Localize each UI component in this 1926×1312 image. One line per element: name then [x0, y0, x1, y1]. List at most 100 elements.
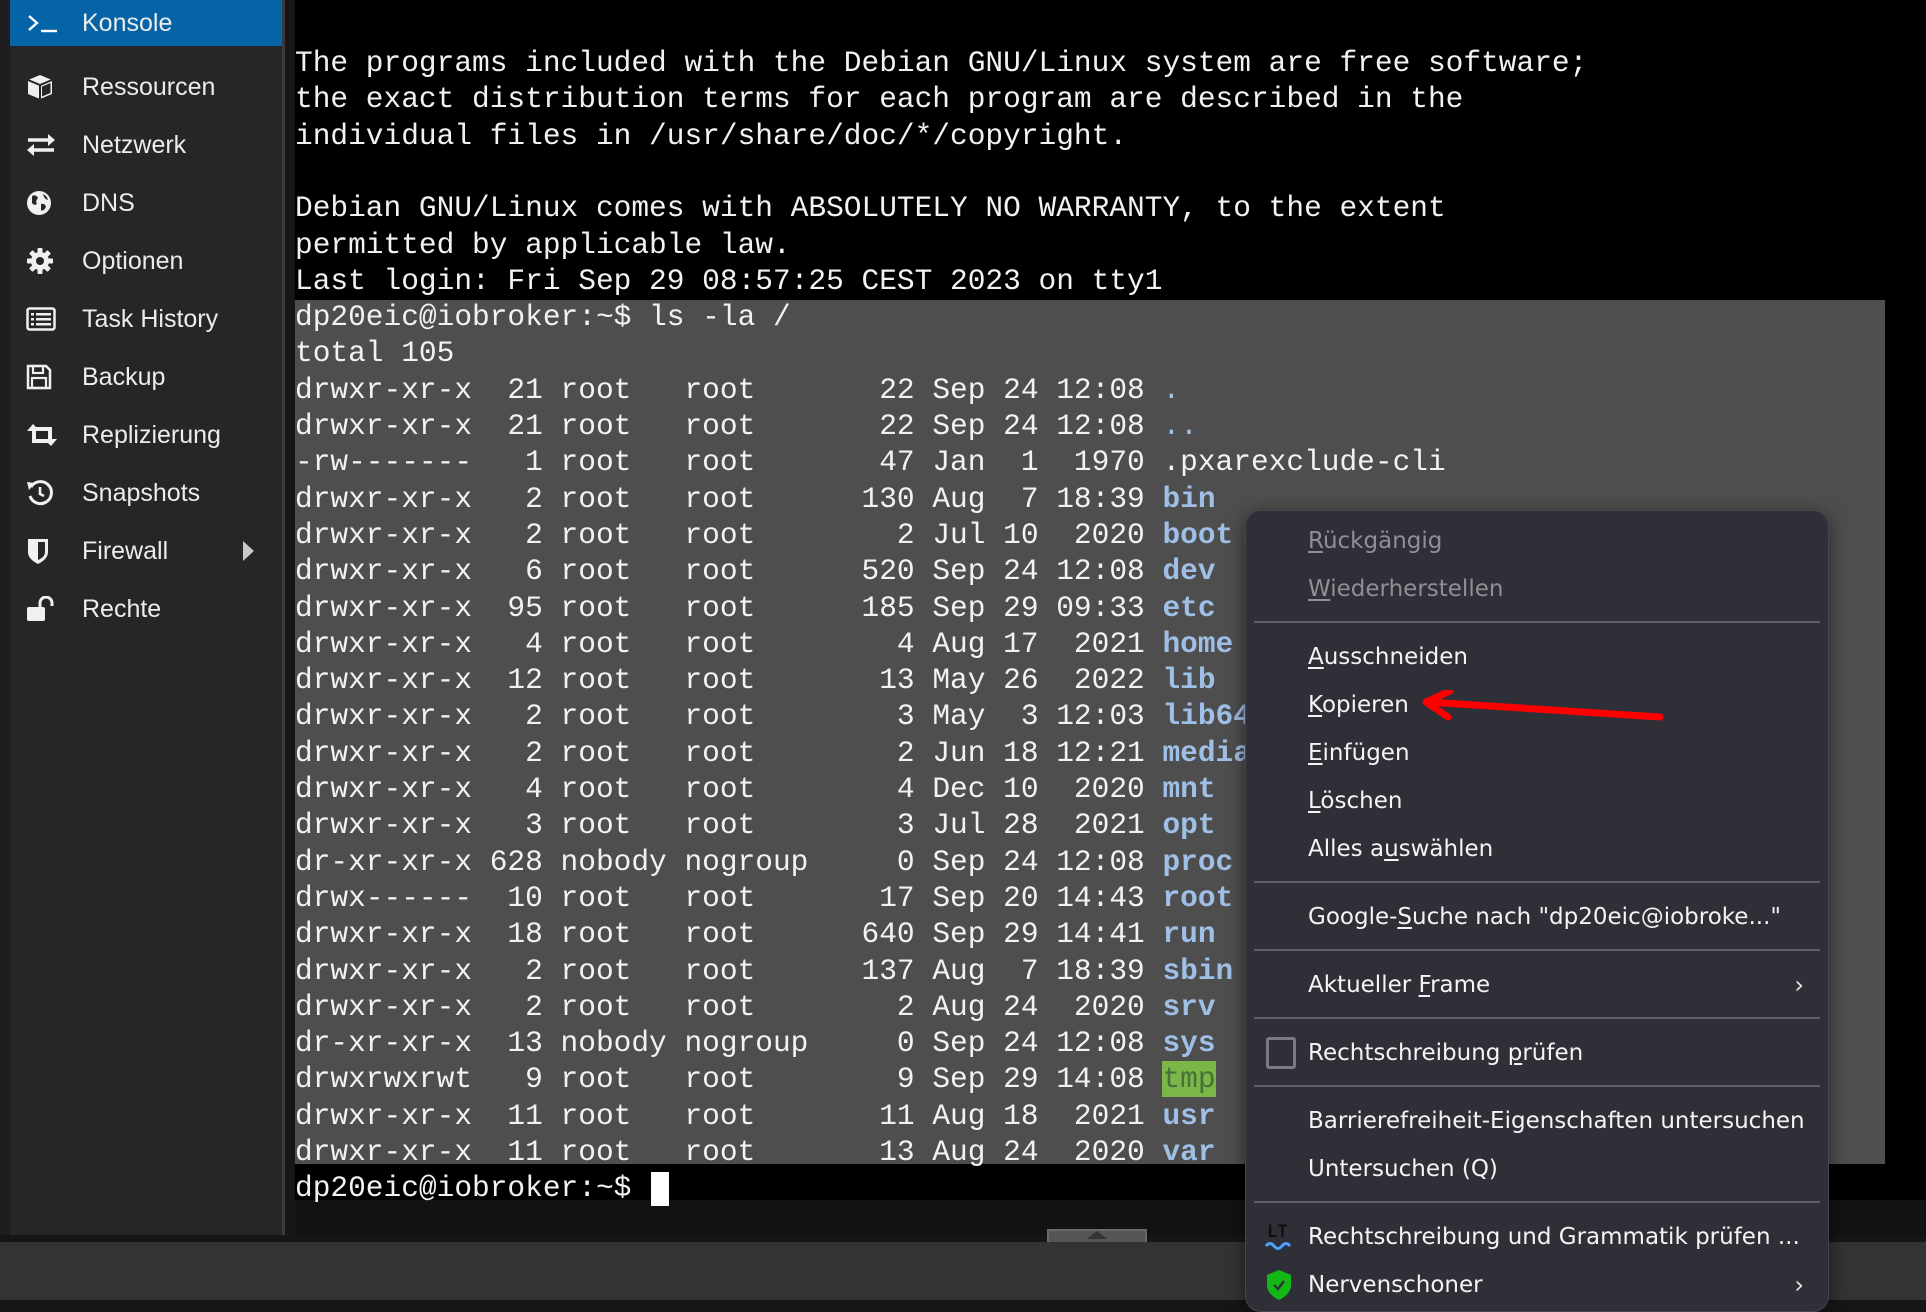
sidebar-item-dns[interactable]: DNS — [10, 174, 282, 232]
listing-row: drwxr-xr-x 4 root root 4 Aug 17 2021 hom… — [295, 626, 1233, 662]
sidebar-item-konsole[interactable]: Konsole — [10, 0, 282, 46]
listing-row: drwxr-xr-x 2 root root 2 Jul 10 2020 boo… — [295, 517, 1233, 553]
listing-links: 2 — [489, 481, 561, 516]
menu-item-undo[interactable]: Rückgängig — [1246, 517, 1828, 565]
listing-filename: run — [1162, 917, 1216, 952]
listing-filename: boot — [1162, 517, 1234, 552]
sidebar-item-replizierung[interactable]: Replizierung — [10, 406, 282, 464]
menu-item-cut[interactable]: Ausschneiden — [1246, 633, 1828, 681]
listing-group: root — [684, 663, 827, 698]
listing-links: 2 — [489, 989, 561, 1024]
sidebar-item-netzwerk[interactable]: Netzwerk — [10, 116, 282, 174]
listing-group: root — [684, 445, 827, 480]
menu-item-nervenschoner[interactable]: Nervenschoner › — [1246, 1261, 1828, 1309]
listing-links: 13 — [489, 1026, 561, 1061]
listing-group: root — [684, 989, 827, 1024]
sidebar-item-label: Optionen — [82, 246, 184, 275]
chevron-right-icon: › — [1794, 1271, 1804, 1299]
sidebar-item-ressourcen[interactable]: Ressourcen — [10, 58, 282, 116]
menu-item-copy[interactable]: Kopieren — [1246, 681, 1828, 729]
menu-separator — [1254, 1017, 1820, 1019]
listing-owner: root — [560, 1135, 685, 1169]
listing-perms: dr-xr-xr-x — [295, 844, 490, 879]
menu-item-inspect[interactable]: Untersuchen (Q) — [1246, 1145, 1828, 1193]
listing-group: root — [684, 735, 827, 770]
menu-item-spellcheck[interactable]: Rechtschreibung prüfen — [1246, 1029, 1828, 1077]
sidebar-item-task-history[interactable]: Task History — [10, 290, 282, 348]
sidebar: Konsole Ressourcen Netzwerk DNS Optionen Task… — [0, 0, 285, 1235]
listing-month: Sep — [932, 409, 1004, 443]
listing-owner: root — [560, 989, 685, 1024]
listing-owner: root — [560, 808, 685, 843]
listing-links: 18 — [489, 917, 561, 952]
sidebar-item-label: Konsole — [82, 8, 173, 37]
listing-time: 12:03 — [1056, 699, 1163, 734]
submenu-arrow-icon[interactable] — [243, 541, 254, 561]
terminal-icon — [26, 13, 78, 33]
listing-filename: proc — [1162, 844, 1234, 879]
listing-perms: drwxr-xr-x — [295, 663, 490, 698]
listing-links: 2 — [489, 953, 561, 988]
history-icon — [26, 479, 78, 507]
listing-perms: drwxr-xr-x — [295, 735, 490, 770]
listing-size: 2 — [826, 989, 933, 1024]
listing-day: 24 — [1003, 1135, 1057, 1169]
sidebar-item-firewall[interactable]: Firewall — [10, 522, 282, 580]
sidebar-item-snapshots[interactable]: Snapshots — [10, 464, 282, 522]
sidebar-item-backup[interactable]: Backup — [10, 348, 282, 406]
listing-time: 18:39 — [1056, 481, 1163, 516]
listing-owner: root — [560, 735, 685, 770]
menu-item-delete[interactable]: Löschen — [1246, 777, 1828, 825]
sidebar-item-optionen[interactable]: Optionen — [10, 232, 282, 290]
menu-item-label: Einfügen — [1308, 740, 1410, 766]
listing-month: Sep — [932, 1062, 1004, 1097]
menu-separator — [1254, 881, 1820, 883]
listing-filename: opt — [1162, 808, 1216, 843]
listing-row: dr-xr-xr-x 13 nobody nogroup 0 Sep 24 12… — [295, 1025, 1216, 1061]
globe-icon — [26, 190, 78, 216]
menu-item-label: Löschen — [1308, 788, 1403, 814]
sidebar-item-label: DNS — [82, 188, 135, 217]
listing-owner: root — [560, 917, 685, 952]
menu-item-current-frame[interactable]: Aktueller Frame › — [1246, 961, 1828, 1009]
menu-item-google-search[interactable]: Google-Suche nach "dp20eic@iobroke..." — [1246, 893, 1828, 941]
motd-line: permitted by applicable law. — [295, 227, 791, 262]
listing-row: drwxr-xr-x 2 root root 137 Aug 7 18:39 s… — [295, 953, 1233, 989]
sidebar-item-rechte[interactable]: Rechte — [10, 580, 282, 638]
menu-item-languagetool[interactable]: LT Rechtschreibung und Grammatik prüfen .… — [1246, 1213, 1828, 1261]
checkbox[interactable] — [1266, 1037, 1296, 1069]
listing-time: 2021 — [1056, 626, 1163, 661]
listing-day: 17 — [1003, 626, 1057, 661]
sidebar-item-label: Firewall — [82, 536, 169, 565]
listing-row: drwxr-xr-x 12 root root 13 May 26 2022 l… — [295, 662, 1216, 698]
motd-line: Last login: Fri Sep 29 08:57:25 CEST 202… — [295, 263, 1163, 298]
menu-item-paste[interactable]: Einfügen — [1246, 729, 1828, 777]
green-shield-icon — [1264, 1268, 1294, 1302]
listing-perms: -rw------- — [295, 445, 490, 480]
menu-item-select-all[interactable]: Alles auswählen — [1246, 825, 1828, 873]
menu-item-label: Nervenschoner — [1308, 1272, 1483, 1298]
listing-time: 2021 — [1056, 1098, 1163, 1133]
prompt-line: dp20eic@iobroker:~$ — [295, 1170, 670, 1206]
listing-size: 2 — [826, 517, 933, 552]
terminal-cursor — [651, 1171, 670, 1206]
listing-perms: drwxr-xr-x — [295, 808, 490, 843]
listing-filename: usr — [1162, 1098, 1216, 1133]
listing-links: 4 — [489, 626, 561, 661]
sidebar-item-label: Netzwerk — [82, 130, 187, 159]
menu-item-redo[interactable]: Wiederherstellen — [1246, 565, 1828, 613]
listing-links: 11 — [489, 1135, 561, 1169]
menu-separator — [1254, 621, 1820, 623]
listing-links: 4 — [489, 772, 561, 806]
listing-time: 12:08 — [1056, 409, 1163, 443]
listing-filename: dev — [1162, 554, 1216, 589]
listing-filename: . — [1162, 372, 1181, 407]
listing-filename: home — [1162, 626, 1234, 661]
listing-filename: .pxarexclude-cli — [1162, 445, 1446, 480]
unlock-icon — [26, 596, 78, 622]
listing-day: 29 — [1003, 917, 1057, 952]
menu-item-inspect-a11y[interactable]: Barrierefreiheit-Eigenschaften untersuch… — [1246, 1097, 1828, 1145]
listing-day: 29 — [1003, 1062, 1057, 1097]
listing-group: root — [684, 808, 827, 843]
listing-filename: etc — [1162, 590, 1216, 625]
